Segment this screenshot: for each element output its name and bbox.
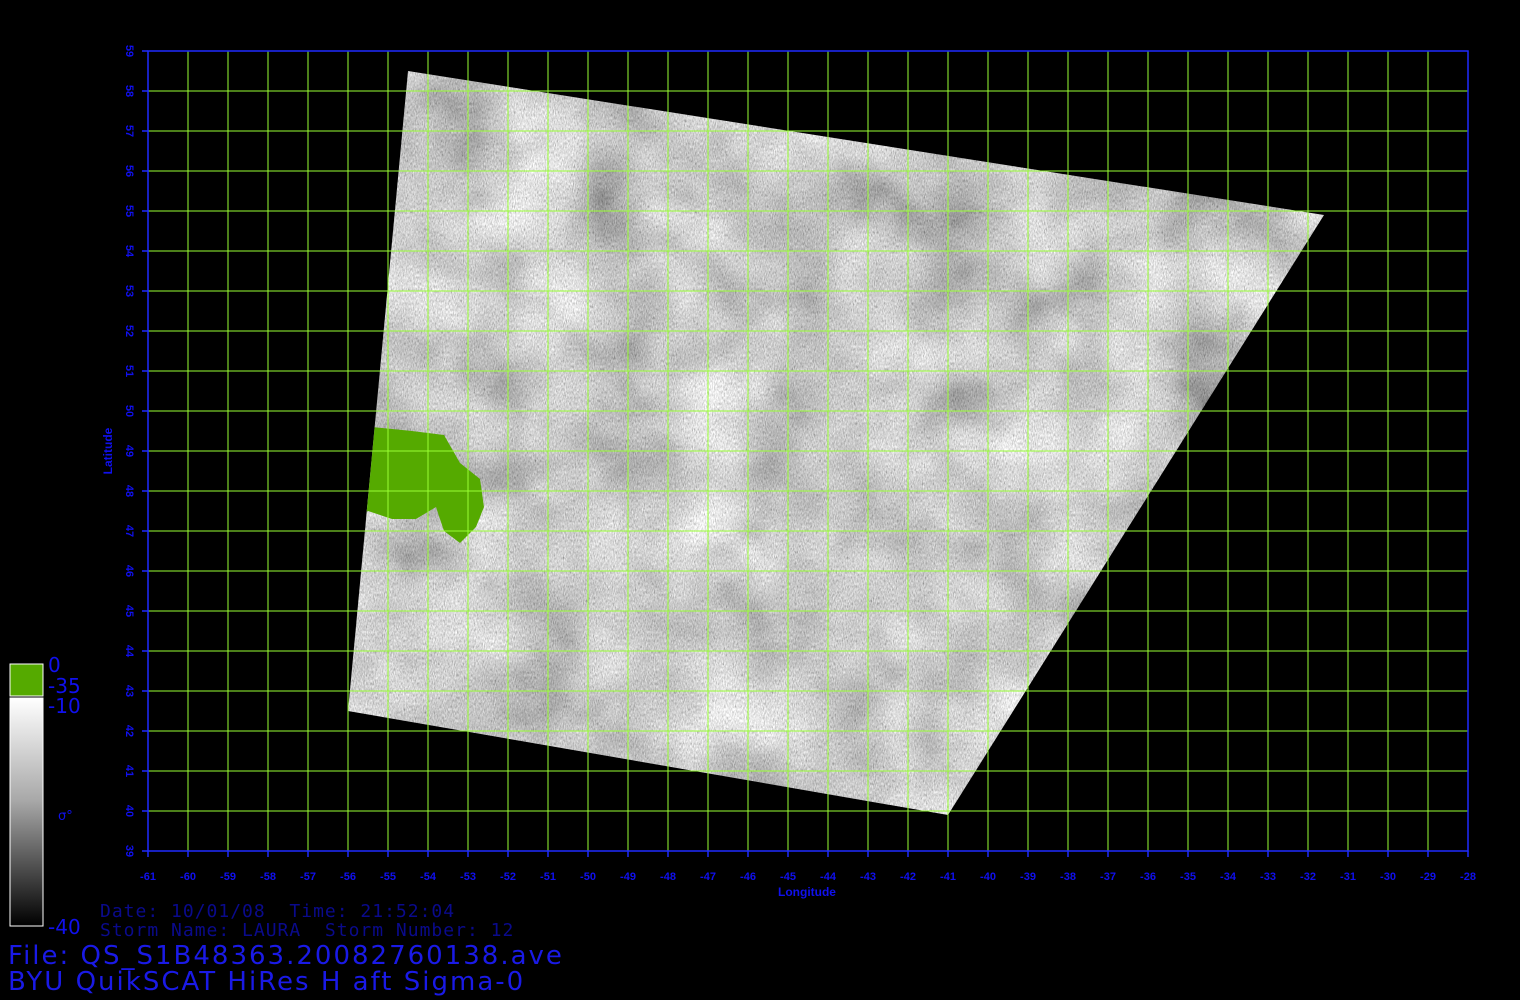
color-legend: 0 -35 -10 σ° -40	[9, 653, 81, 939]
storm-line: Storm Name: LAURA Storm Number: 12	[100, 920, 515, 941]
y-tick-label: 45	[123, 605, 135, 617]
x-tick-label: -42	[900, 871, 916, 883]
x-tick-label: -39	[1020, 871, 1036, 883]
x-tick-label: -29	[1420, 871, 1436, 883]
y-tick-label: 43	[123, 685, 135, 697]
x-tick-label: -46	[740, 871, 756, 883]
y-tick-label: 59	[123, 45, 135, 57]
x-tick-label: -61	[140, 871, 156, 883]
x-tick-label: -44	[820, 871, 837, 883]
legend-quantity-label: σ°	[58, 809, 73, 824]
date-time-line: Date: 10/01/08 Time: 21:52:04	[100, 901, 456, 922]
y-tick-label: 42	[123, 725, 135, 737]
x-tick-label: -40	[980, 871, 996, 883]
x-tick-label: -37	[1100, 871, 1116, 883]
y-axis-title: Latitude	[101, 427, 115, 474]
x-tick-label: -30	[1380, 871, 1396, 883]
y-tick-label: 58	[123, 85, 135, 97]
x-tick-label: -58	[260, 871, 276, 883]
x-tick-label: -60	[180, 871, 196, 883]
x-tick-label: -28	[1460, 871, 1476, 883]
legend-label-ocean-bottom: -40	[48, 915, 81, 939]
x-tick-label: -38	[1060, 871, 1076, 883]
y-tick-label: 54	[123, 245, 135, 258]
x-tick-label: -54	[420, 871, 437, 883]
x-tick-label: -45	[780, 871, 796, 883]
lat-lon-grid	[148, 51, 1468, 851]
y-tick-label: 56	[123, 165, 135, 177]
y-tick-label: 53	[123, 285, 135, 297]
x-tick-label: -57	[300, 871, 316, 883]
y-tick-label: 40	[123, 805, 135, 817]
legend-label-ocean-top: -10	[48, 694, 81, 718]
y-tick-label: 47	[123, 525, 135, 537]
x-tick-label: -53	[460, 871, 476, 883]
x-tick-label: -32	[1300, 871, 1316, 883]
x-tick-label: -51	[540, 871, 556, 883]
legend-land-swatch	[9, 663, 44, 697]
latitude-tick-labels: 39 40 41 42 43 44 45 46 47 48 49 50 51 52 53 54 55 56 57 58…	[123, 45, 148, 857]
legend-sigma0-bar	[9, 697, 44, 927]
y-tick-label: 50	[123, 405, 135, 417]
x-tick-label: -34	[1220, 871, 1237, 883]
x-axis-title: Longitude	[778, 885, 836, 899]
longitude-tick-labels: -61 -60 -59 -58 -57 -56 -55 -54 -53 -52 -51 -50 -49 -…	[140, 851, 1476, 883]
file-name-line: File: QS_S1B48363.20082760138.ave	[8, 941, 564, 971]
map-plot: -61 -60 -59 -58 -57 -56 -55 -54 -53 -52 -51 -50 -49 -…	[9, 45, 1476, 939]
y-tick-label: 39	[123, 845, 135, 857]
x-tick-label: -50	[580, 871, 596, 883]
x-tick-label: -33	[1260, 871, 1276, 883]
x-tick-label: -43	[860, 871, 876, 883]
x-tick-label: -56	[340, 871, 356, 883]
x-tick-label: -36	[1140, 871, 1156, 883]
y-tick-label: 48	[123, 485, 135, 497]
y-tick-label: 41	[123, 765, 135, 777]
x-tick-label: -41	[940, 871, 956, 883]
y-tick-label: 44	[123, 645, 135, 658]
y-tick-label: 51	[123, 365, 135, 377]
page: -61 -60 -59 -58 -57 -56 -55 -54 -53 -52 -51 -50 -49 -…	[0, 0, 1520, 1000]
product-title-line: BYU QuikSCAT HiRes H aft Sigma-0	[8, 967, 526, 997]
y-tick-label: 49	[123, 445, 135, 457]
x-tick-label: -55	[380, 871, 396, 883]
x-tick-label: -47	[700, 871, 716, 883]
x-tick-label: -31	[1340, 871, 1356, 883]
x-tick-label: -49	[620, 871, 636, 883]
x-tick-label: -52	[500, 871, 516, 883]
x-tick-label: -35	[1180, 871, 1196, 883]
x-tick-label: -48	[660, 871, 676, 883]
y-tick-label: 55	[123, 205, 135, 217]
y-tick-label: 57	[123, 125, 135, 137]
y-tick-label: 52	[123, 325, 135, 337]
y-tick-label: 46	[123, 565, 135, 577]
x-tick-label: -59	[220, 871, 236, 883]
